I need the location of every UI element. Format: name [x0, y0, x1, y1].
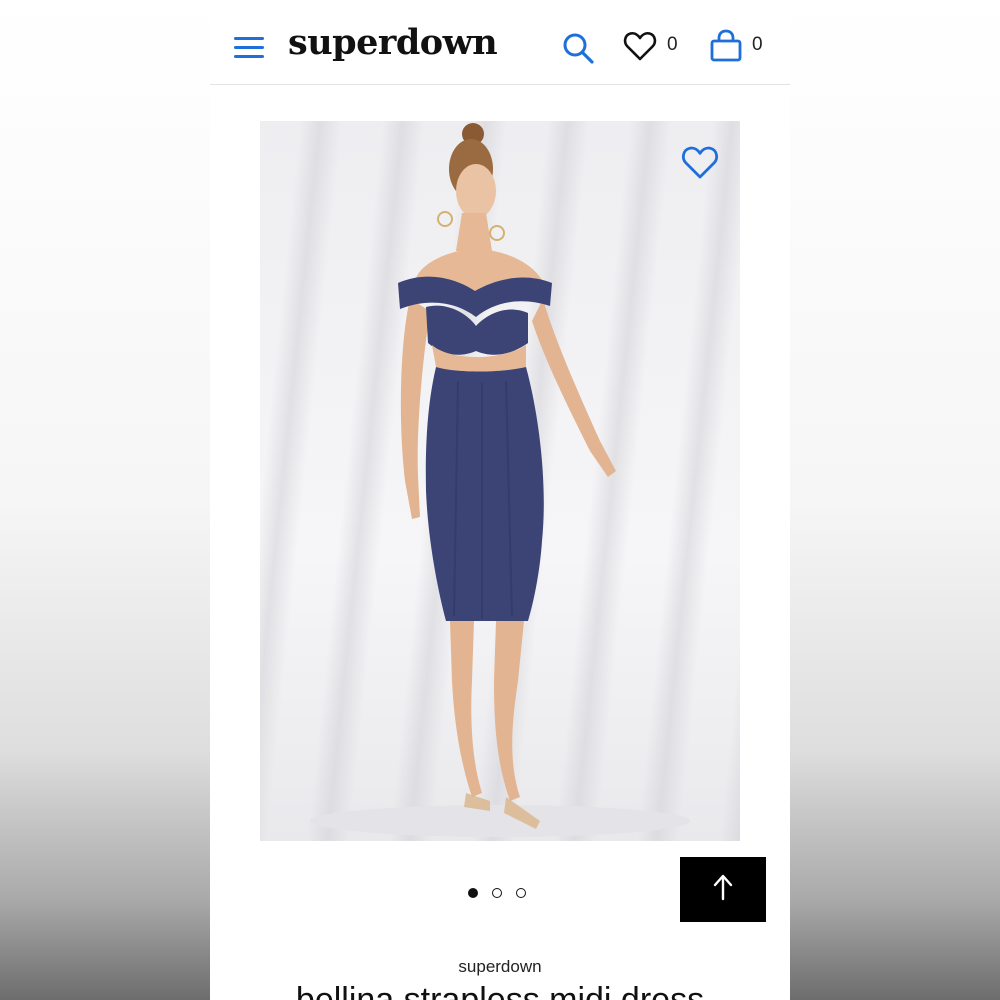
wishlist-count: 0 — [667, 34, 678, 55]
site-logo[interactable]: superdown — [288, 22, 498, 63]
carousel-dot-3[interactable] — [516, 888, 526, 898]
product-image[interactable] — [260, 121, 740, 841]
product-title: bellina strapless midi dress — [295, 981, 705, 1000]
arrow-up-icon — [713, 874, 733, 901]
bag-count: 0 — [752, 34, 763, 55]
left-backdrop — [0, 0, 210, 1000]
bag-button[interactable] — [708, 28, 744, 64]
search-button[interactable] — [560, 30, 596, 66]
carousel-dot-2[interactable] — [492, 888, 502, 898]
product-brand[interactable]: superdown — [210, 957, 790, 977]
wishlist-button[interactable] — [622, 28, 658, 64]
dress-model-illustration — [310, 123, 690, 837]
search-icon — [563, 33, 594, 64]
site-header: superdown 0 0 — [210, 0, 790, 85]
carousel-dot-1[interactable] — [468, 888, 478, 898]
favorite-button[interactable] — [680, 142, 720, 182]
shopping-bag-icon — [710, 29, 742, 62]
heart-outline-icon — [681, 146, 719, 179]
back-to-top-button[interactable] — [680, 857, 766, 922]
right-backdrop — [790, 0, 1000, 1000]
hamburger-menu-icon — [234, 37, 264, 58]
mobile-viewport: superdown 0 0 superdown bellina straples… — [210, 0, 790, 1000]
heart-icon — [623, 31, 657, 61]
menu-button[interactable] — [232, 34, 266, 62]
